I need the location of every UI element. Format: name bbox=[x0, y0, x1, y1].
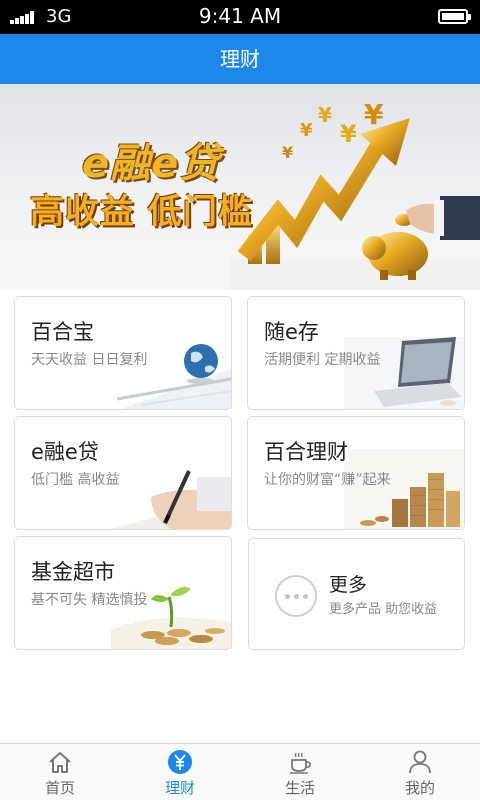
product-card-fund-market[interactable]: 基金超市 基不可失 精选慎投 bbox=[14, 536, 232, 650]
laptop-illustration bbox=[344, 337, 464, 409]
more-products-card[interactable]: 更多 更多产品 助您收益 bbox=[248, 538, 465, 650]
tab-finance[interactable]: 理财 bbox=[120, 744, 240, 800]
svg-text:¥: ¥ bbox=[282, 143, 293, 162]
promo-banner[interactable]: ¥ ¥ ¥ ¥ ¥ e融e贷 高收益 低门槛 bbox=[0, 84, 480, 290]
coins-sprout-illustration bbox=[111, 587, 231, 649]
product-title: 随e存 bbox=[264, 320, 319, 344]
tab-label: 理财 bbox=[164, 779, 195, 797]
tab-mine[interactable]: 我的 bbox=[360, 744, 480, 800]
tab-home[interactable]: 首页 bbox=[0, 744, 120, 800]
banner-headline: e融e贷 bbox=[82, 141, 221, 187]
product-title: 基金超市 bbox=[31, 560, 115, 584]
svg-text:¥: ¥ bbox=[340, 120, 357, 148]
product-title: 百合理财 bbox=[264, 440, 348, 464]
page-title: 理财 bbox=[220, 47, 260, 71]
globe-pen-illustration bbox=[116, 344, 231, 409]
product-subtitle: 活期便利 定期收益 bbox=[264, 352, 381, 368]
product-card-baiheilicai[interactable]: 百合理财 让你的财富“赚”起来 bbox=[247, 416, 465, 530]
svg-text:¥: ¥ bbox=[364, 98, 384, 131]
hand-signing-illustration bbox=[111, 470, 231, 529]
yuan-icon bbox=[168, 750, 192, 774]
coin-stacks-illustration bbox=[344, 449, 464, 529]
coffee-cup-icon bbox=[290, 752, 311, 774]
more-dots-icon bbox=[275, 575, 317, 617]
tab-label: 我的 bbox=[404, 779, 435, 797]
product-subtitle: 低门槛 高收益 bbox=[31, 472, 120, 488]
status-time: 9:41 AM bbox=[198, 4, 282, 28]
product-card-baihebao[interactable]: 百合宝 天天收益 日日复利 bbox=[14, 296, 232, 410]
more-subtitle: 更多产品 助您收益 bbox=[329, 602, 438, 617]
product-title: e融e贷 bbox=[31, 440, 99, 464]
product-subtitle: 天天收益 日日复利 bbox=[31, 352, 148, 368]
nav-bar: 理财 bbox=[0, 34, 480, 84]
home-icon bbox=[49, 752, 71, 773]
tab-label: 首页 bbox=[44, 779, 75, 797]
bottom-tab-bar: 首页 理财 生活 我的 bbox=[0, 743, 480, 800]
tab-life[interactable]: 生活 bbox=[240, 744, 360, 800]
more-title: 更多 bbox=[329, 574, 368, 596]
person-icon bbox=[409, 750, 431, 774]
product-card-erongedai[interactable]: e融e贷 低门槛 高收益 bbox=[14, 416, 232, 530]
svg-text:¥: ¥ bbox=[300, 120, 313, 141]
product-subtitle: 基不可失 精选慎投 bbox=[31, 592, 148, 608]
product-title: 百合宝 bbox=[31, 320, 94, 344]
product-card-suiecun[interactable]: 随e存 活期便利 定期收益 bbox=[247, 296, 465, 410]
svg-text:¥: ¥ bbox=[318, 103, 332, 127]
banner-illustration: ¥ ¥ ¥ ¥ ¥ bbox=[230, 98, 480, 290]
product-subtitle: 让你的财富“赚”起来 bbox=[264, 472, 391, 488]
banner-tagline: 高收益 低门槛 bbox=[30, 192, 253, 232]
status-bar: 3G 9:41 AM bbox=[0, 0, 480, 34]
tab-label: 生活 bbox=[284, 779, 315, 797]
battery-icon bbox=[438, 9, 471, 24]
